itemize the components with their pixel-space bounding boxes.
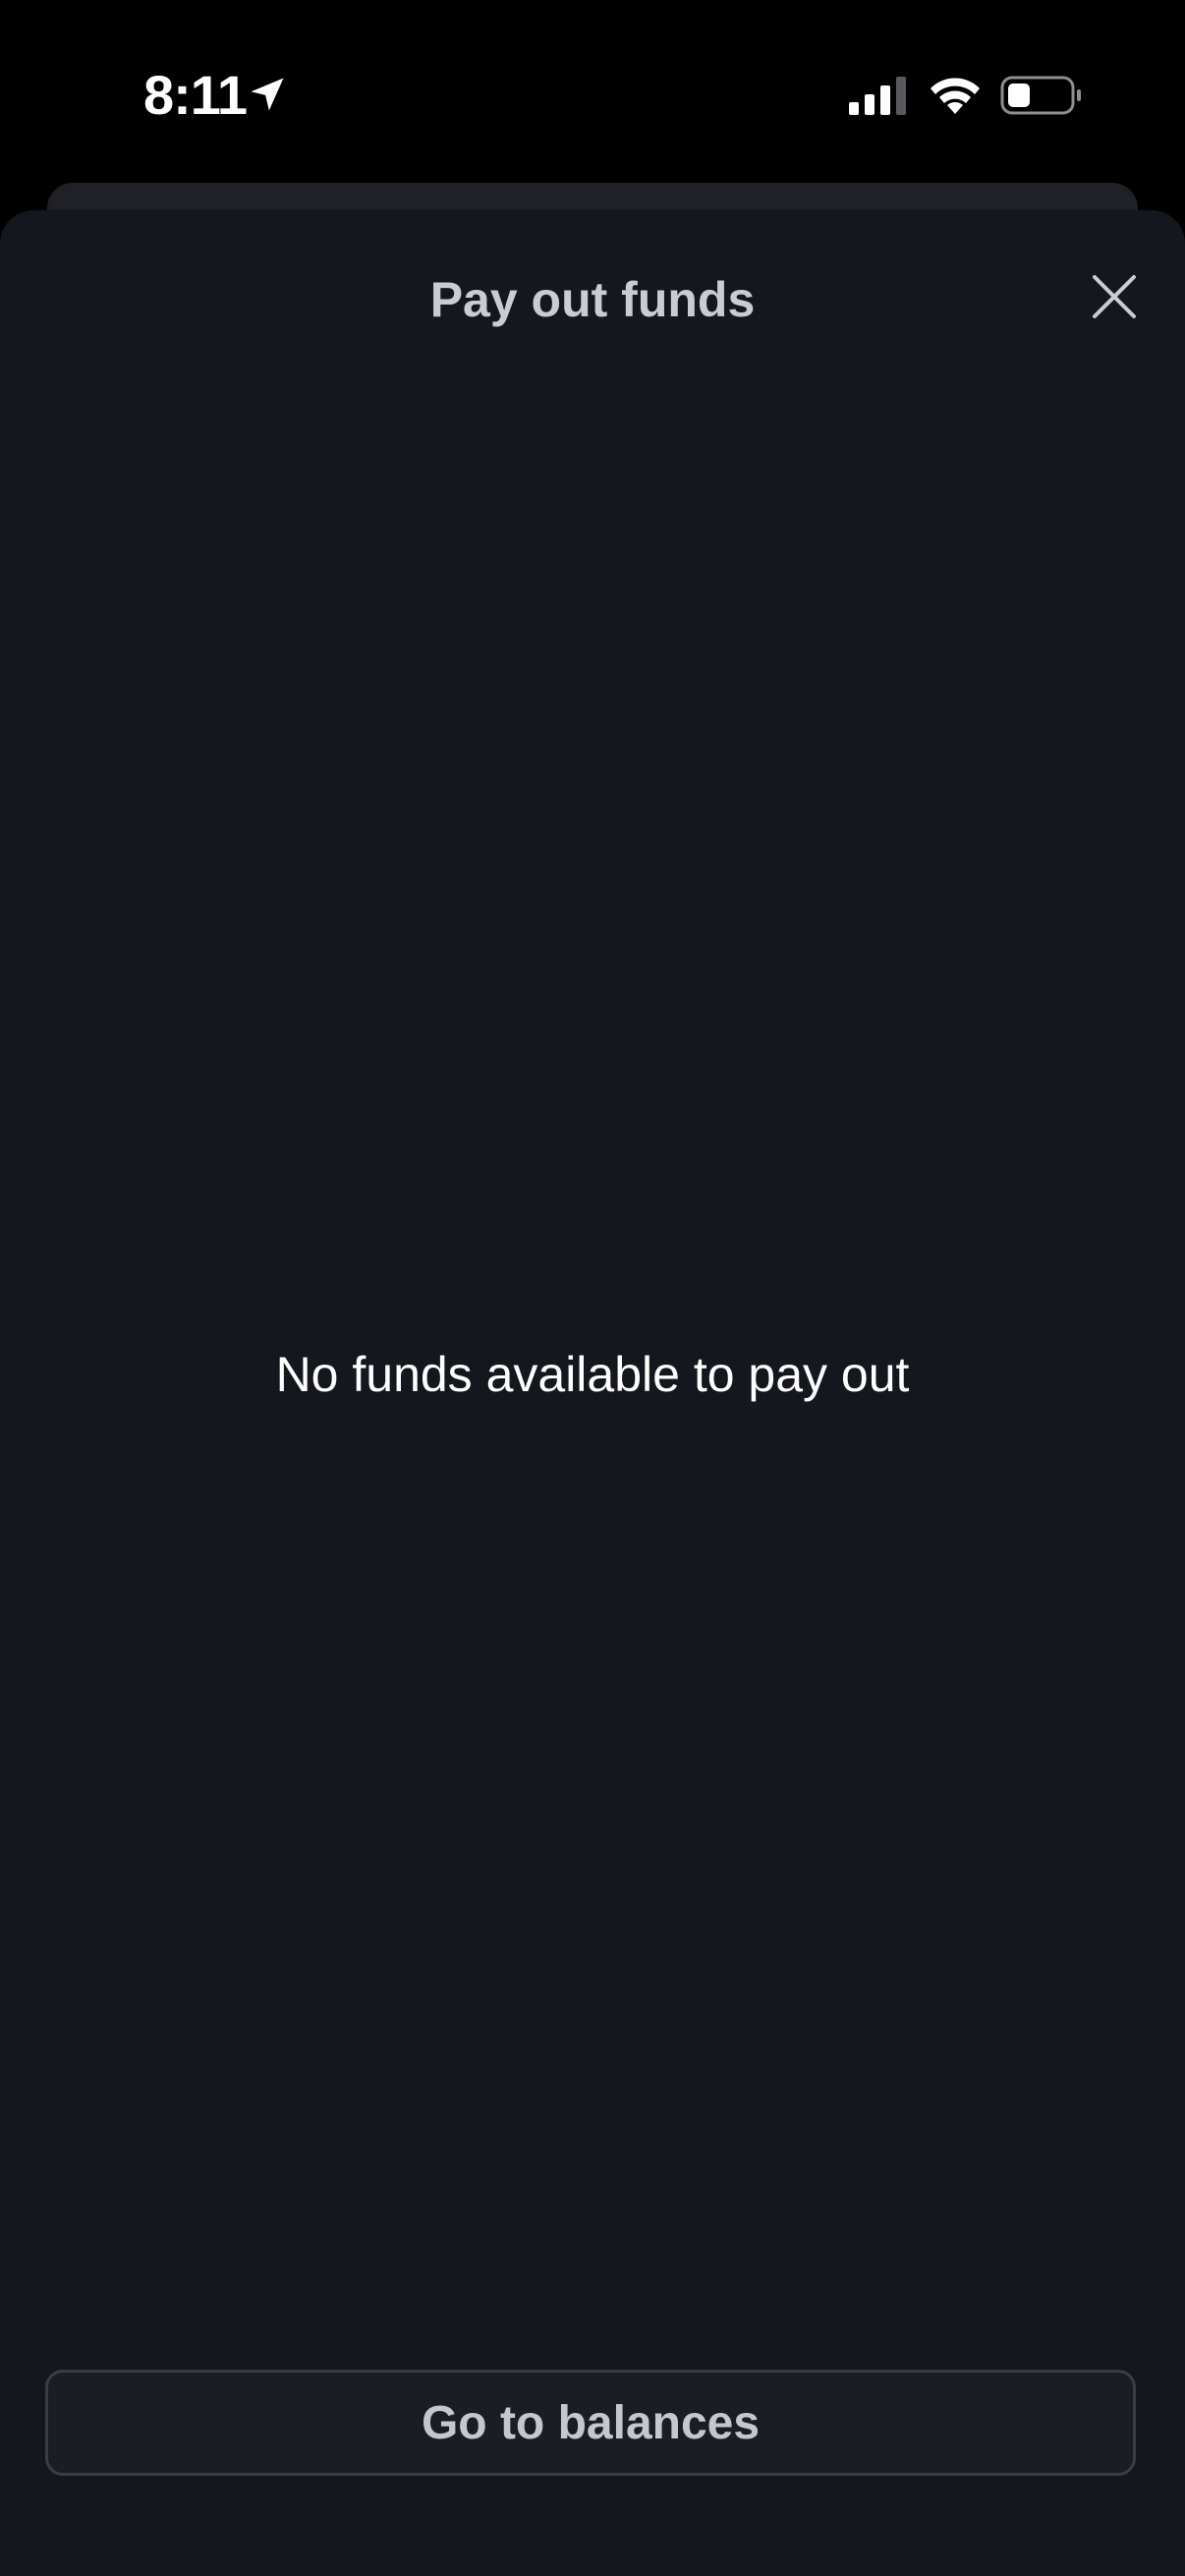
location-arrow-icon	[251, 78, 284, 111]
wifi-icon	[931, 78, 980, 114]
status-bar: 8:11	[0, 0, 1185, 187]
sheet-title: Pay out funds	[429, 272, 756, 327]
status-time: 8:11	[143, 64, 248, 126]
close-button[interactable]	[1079, 261, 1150, 332]
battery-icon	[1000, 76, 1081, 115]
payout-sheet: Pay out funds No funds available to pay …	[0, 210, 1185, 2576]
screen: 8:11 Pay out funds No funds available to…	[0, 0, 1185, 2576]
go-to-balances-button[interactable]: Go to balances	[45, 2370, 1136, 2476]
close-icon	[1093, 275, 1136, 318]
cellular-signal-icon	[849, 77, 906, 115]
empty-state-message: No funds available to pay out	[275, 1347, 910, 1402]
